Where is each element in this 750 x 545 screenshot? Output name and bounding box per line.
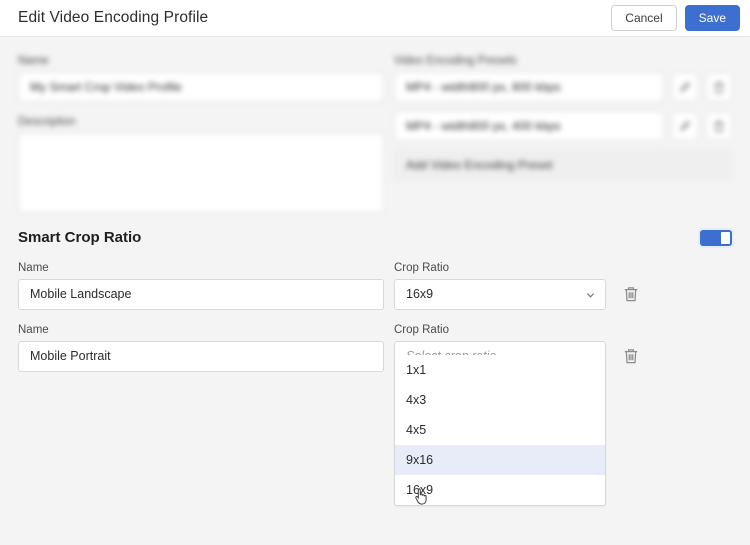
- crop-ratio-name-group: Name Mobile Landscape: [18, 262, 384, 310]
- smart-crop-ratio-toggle[interactable]: [700, 230, 732, 246]
- form-spacer: [18, 102, 384, 116]
- chevron-down-icon: [586, 290, 595, 299]
- crop-ratio-option-9x16[interactable]: 9x16: [395, 445, 605, 475]
- profile-form-left-column: Name My Smart Crop Video Profile Descrip…: [18, 55, 384, 213]
- crop-ratio-name-input[interactable]: Mobile Portrait: [18, 341, 384, 372]
- preset-input[interactable]: MP4 - width800 px, 400 kbps: [394, 111, 664, 141]
- preset-input[interactable]: MP4 - width800 px, 800 kbps: [394, 72, 664, 102]
- toggle-knob: [721, 232, 730, 244]
- delete-trash-icon[interactable]: [706, 73, 732, 101]
- crop-ratio-select-value: 16x9: [406, 287, 433, 301]
- crop-ratio-row: Name Mobile Portrait Crop Ratio Select c…: [18, 324, 732, 372]
- profile-name-label: Name: [18, 55, 384, 67]
- page-title: Edit Video Encoding Profile: [18, 9, 611, 27]
- cancel-button[interactable]: Cancel: [611, 5, 676, 31]
- crop-ratio-dropdown: 1x1 4x3 4x5 9x16 16x9: [394, 355, 606, 506]
- edit-pencil-icon[interactable]: [672, 112, 698, 140]
- crop-ratio-select-group: Crop Ratio Select crop ratio 1x1 4x3 4x5…: [394, 324, 606, 372]
- crop-ratio-name-label: Name: [18, 262, 384, 274]
- preset-row: MP4 - width800 px, 800 kbps: [394, 72, 732, 102]
- profile-description-textarea[interactable]: [18, 133, 384, 213]
- smart-crop-ratio-section: Smart Crop Ratio Name Mobile Landscape C…: [0, 213, 750, 372]
- crop-ratio-label: Crop Ratio: [394, 262, 606, 274]
- crop-ratio-select[interactable]: 16x9: [394, 279, 606, 310]
- crop-ratio-row: Name Mobile Landscape Crop Ratio 16x9: [18, 262, 732, 310]
- crop-ratio-name-group: Name Mobile Portrait: [18, 324, 384, 372]
- delete-crop-ratio-row-icon[interactable]: [620, 341, 642, 372]
- edit-pencil-icon[interactable]: [672, 73, 698, 101]
- crop-ratio-option-4x3[interactable]: 4x3: [395, 385, 605, 415]
- smart-crop-ratio-header: Smart Crop Ratio: [18, 229, 732, 246]
- add-video-encoding-preset-button[interactable]: Add Video Encoding Preset: [394, 150, 732, 180]
- delete-trash-icon[interactable]: [706, 112, 732, 140]
- crop-ratio-select-group: Crop Ratio 16x9: [394, 262, 606, 310]
- profile-name-input[interactable]: My Smart Crop Video Profile: [18, 72, 384, 102]
- dialog-header: Edit Video Encoding Profile Cancel Save: [0, 0, 750, 37]
- crop-ratio-option-1x1[interactable]: 1x1: [395, 355, 605, 385]
- dialog-body: Name My Smart Crop Video Profile Descrip…: [0, 37, 750, 545]
- save-button[interactable]: Save: [685, 5, 740, 31]
- profile-form-right-column: Video Encoding Presets MP4 - width800 px…: [394, 55, 732, 213]
- crop-ratio-label: Crop Ratio: [394, 324, 606, 336]
- crop-ratio-name-input[interactable]: Mobile Landscape: [18, 279, 384, 310]
- preset-row: MP4 - width800 px, 400 kbps: [394, 111, 732, 141]
- crop-ratio-name-label: Name: [18, 324, 384, 336]
- video-encoding-presets-label: Video Encoding Presets: [394, 55, 732, 67]
- delete-crop-ratio-row-icon[interactable]: [620, 279, 642, 310]
- smart-crop-ratio-title: Smart Crop Ratio: [18, 229, 141, 246]
- crop-ratio-option-4x5[interactable]: 4x5: [395, 415, 605, 445]
- header-actions: Cancel Save: [611, 5, 740, 31]
- profile-description-label: Description: [18, 116, 384, 128]
- crop-ratio-option-16x9[interactable]: 16x9: [395, 475, 605, 505]
- profile-form-section: Name My Smart Crop Video Profile Descrip…: [0, 37, 750, 213]
